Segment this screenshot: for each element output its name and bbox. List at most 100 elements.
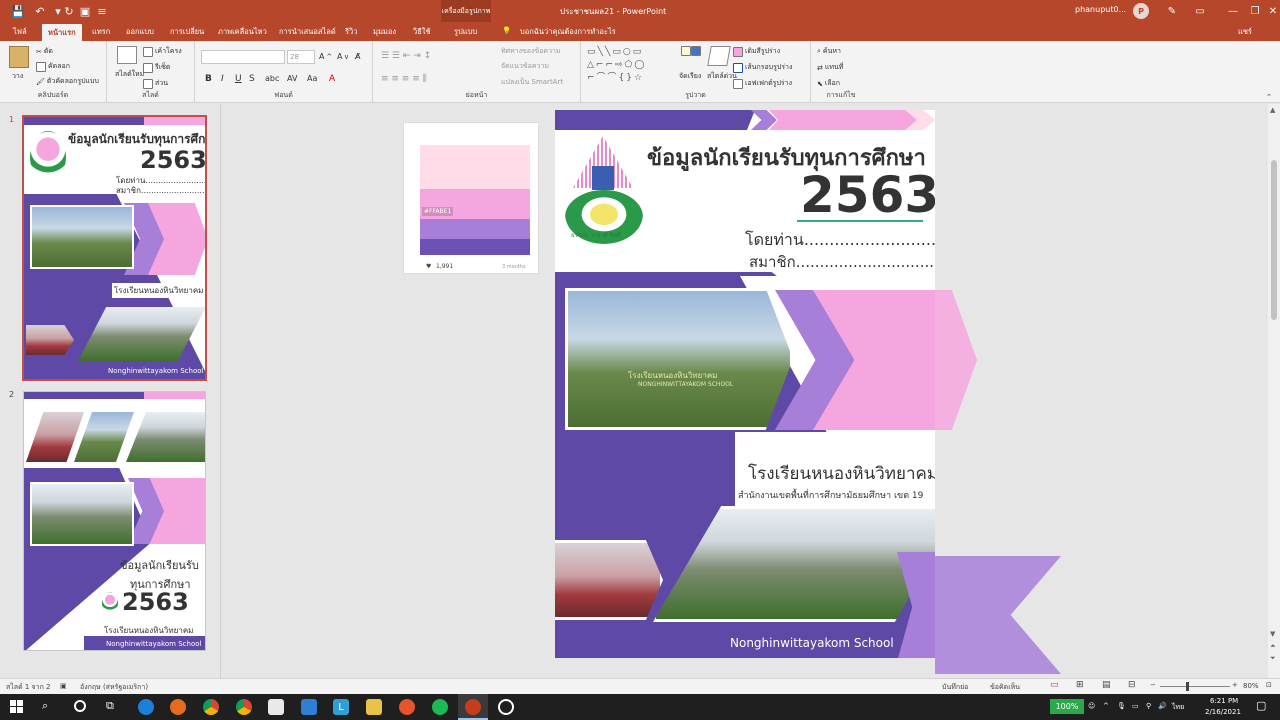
- slide-office[interactable]: สำนักงานเขตพื้นที่การศึกษามัธยมศึกษา เขต…: [738, 488, 923, 502]
- zoom-slider-thumb[interactable]: [1186, 682, 1189, 691]
- spellcheck-icon[interactable]: ▣: [60, 682, 67, 690]
- grow-font-icon[interactable]: A ^: [319, 52, 332, 61]
- section-button[interactable]: ส่วน: [143, 78, 168, 89]
- chevron-up-icon[interactable]: ^: [1103, 702, 1109, 710]
- font-name-box[interactable]: [201, 50, 285, 64]
- normal-view-icon[interactable]: ▭: [1050, 680, 1059, 690]
- microphone-icon[interactable]: 🎙: [1117, 702, 1126, 710]
- new-slide-button[interactable]: สไลด์ใหม่: [115, 69, 144, 80]
- italic-icon[interactable]: I: [221, 74, 224, 84]
- spacing-icon[interactable]: AV: [287, 74, 297, 83]
- select-button[interactable]: ⬉ เลือก: [817, 78, 840, 89]
- clock-date[interactable]: 2/16/2021: [1205, 708, 1241, 716]
- tab-slideshow[interactable]: การนำเสนอสไลด์: [279, 26, 336, 38]
- main-slide[interactable]: ธรรมะ วาจาดี จิตดี ข้อมูลนักเรียนรับทุนก…: [555, 110, 935, 658]
- folder-icon[interactable]: [366, 699, 382, 715]
- language[interactable]: อังกฤษ (สหรัฐอเมริกา): [80, 682, 148, 693]
- clock-app-icon[interactable]: [498, 699, 514, 715]
- tab-help[interactable]: วิธีใช้: [413, 26, 431, 38]
- windows-start-icon[interactable]: [10, 700, 23, 713]
- tab-home[interactable]: หน้าแรก: [42, 24, 82, 41]
- spotify-icon[interactable]: [432, 699, 448, 715]
- network-icon[interactable]: ⚲: [1146, 702, 1151, 710]
- tab-animations[interactable]: ภาพเคลื่อนไหว: [218, 26, 267, 38]
- photo-school-gate[interactable]: โรงเรียนหนองหินวิทยาคม NONGHINWITTAYAKOM…: [565, 288, 793, 430]
- slide-school-en[interactable]: Nonghinwittayakom School: [730, 636, 894, 650]
- text-direction-button[interactable]: ทิศทางของข้อความ: [501, 46, 561, 57]
- present-icon[interactable]: ▣: [78, 3, 92, 19]
- paste-icon[interactable]: [9, 46, 29, 68]
- tab-format[interactable]: รูปแบบ: [454, 26, 477, 38]
- slide-canvas[interactable]: #FFABE1 ♥ 1,991 3 months ธรรมะ วาจาดี จิ…: [222, 104, 1268, 678]
- font-color-icon[interactable]: A: [329, 74, 335, 84]
- prev-slide-icon[interactable]: ⏶: [1270, 642, 1276, 651]
- customize-qat-icon[interactable]: ≡: [96, 3, 108, 19]
- bullets-icon[interactable]: ☰ ☰ ⇤ ⇥ ↕: [381, 51, 431, 61]
- shadow-icon[interactable]: S: [249, 74, 255, 84]
- clear-format-icon[interactable]: A̸: [355, 52, 360, 61]
- save-icon[interactable]: 💾: [10, 3, 26, 19]
- app-icon[interactable]: [399, 699, 415, 715]
- strikethrough-icon[interactable]: abc: [265, 74, 279, 83]
- firefox-icon[interactable]: [170, 699, 186, 715]
- violet-chevron-overflow[interactable]: [935, 556, 1061, 674]
- battery-icon[interactable]: ▭: [1132, 702, 1139, 710]
- collapse-ribbon-icon[interactable]: ⌃: [1266, 93, 1272, 101]
- zoom-in-icon[interactable]: +: [1232, 681, 1238, 689]
- shape-fill-button[interactable]: เติมสีรูปร่าง: [733, 46, 780, 57]
- notifications-icon[interactable]: ▢: [1256, 699, 1266, 712]
- tab-view[interactable]: มุมมอง: [373, 26, 396, 38]
- search-icon[interactable]: ⌕: [42, 699, 48, 713]
- slide-member[interactable]: สมาชิก..................................…: [749, 250, 935, 274]
- chrome-icon[interactable]: [203, 699, 219, 715]
- pen-icon[interactable]: ✎: [1161, 3, 1183, 19]
- share-button[interactable]: แชร์: [1238, 26, 1252, 38]
- bold-icon[interactable]: B: [205, 74, 212, 84]
- shrink-font-icon[interactable]: Av: [337, 52, 348, 61]
- vertical-scrollbar[interactable]: ▲ ▼ ⏶ ⏷: [1268, 104, 1280, 678]
- find-button[interactable]: ⌕ ค้นหา: [817, 46, 841, 57]
- arrange-button[interactable]: จัดเรียง: [679, 71, 701, 82]
- tab-design[interactable]: ออกแบบ: [126, 26, 154, 38]
- slide-sorter-icon[interactable]: ⊞: [1076, 680, 1084, 690]
- next-slide-icon[interactable]: ⏷: [1270, 654, 1276, 663]
- reading-view-icon[interactable]: ▤: [1102, 680, 1111, 690]
- tab-review[interactable]: รีวิว: [345, 26, 357, 38]
- comments-button[interactable]: ข้อคิดเห็น: [990, 682, 1020, 693]
- clock-time[interactable]: 6:21 PM: [1210, 697, 1238, 705]
- redo-icon[interactable]: ↻: [62, 3, 76, 19]
- close-icon[interactable]: ✕: [1262, 3, 1280, 19]
- slide-school-th[interactable]: โรงเรียนหนองหินวิทยาคม: [748, 460, 935, 487]
- shape-outline-button[interactable]: เส้นกรอบรูปร่าง: [733, 62, 792, 73]
- shapes-gallery[interactable]: ▭╲╲▭○▭ △⌐⌐⇨⬠◯ ⌐⌒⌒{}☆: [587, 46, 671, 86]
- store-icon[interactable]: [268, 699, 284, 715]
- keyboard-lang[interactable]: ไทย: [1172, 702, 1184, 713]
- task-view-icon[interactable]: ⧉: [106, 699, 114, 713]
- layout-button[interactable]: เค้าโครง: [143, 46, 182, 57]
- shape-effects-button[interactable]: เอฟเฟกต์รูปร่าง: [733, 78, 792, 89]
- tell-me-input[interactable]: บอกฉันว่าคุณต้องการทำอะไร: [520, 26, 616, 38]
- mail-icon[interactable]: [301, 699, 317, 715]
- chrome-profile-icon[interactable]: [236, 699, 252, 715]
- scroll-thumb[interactable]: [1271, 160, 1277, 320]
- avatar[interactable]: P: [1133, 3, 1149, 19]
- volume-icon[interactable]: 🔊: [1158, 702, 1167, 710]
- smartart-button[interactable]: แปลงเป็น SmartArt: [501, 77, 563, 88]
- cut-button[interactable]: ✂ ตัด: [36, 46, 53, 57]
- zoom-level[interactable]: 80%: [1243, 682, 1259, 690]
- undo-icon[interactable]: ↶: [32, 3, 48, 19]
- scroll-down-icon[interactable]: ▼: [1270, 630, 1275, 638]
- slide-thumbnail-1[interactable]: ข้อมูลนักเรียนรับทุนการศึกษา 2563 โดยท่า…: [22, 115, 207, 381]
- paste-button[interactable]: วาง: [12, 71, 23, 82]
- align-icon[interactable]: ≡ ≡ ≡ ≡ ⫼: [381, 74, 427, 84]
- notes-button[interactable]: บันทึกย่อ: [942, 682, 968, 693]
- photo-students[interactable]: [555, 540, 663, 620]
- font-size-box[interactable]: 28: [287, 50, 315, 64]
- tab-file[interactable]: ไฟล์: [13, 26, 27, 38]
- scroll-up-icon[interactable]: ▲: [1270, 106, 1275, 114]
- new-slide-icon[interactable]: [117, 46, 137, 64]
- zoom-slider[interactable]: [1160, 686, 1230, 687]
- format-painter-button[interactable]: 🖌 ตัวคัดลอกรูปแบบ: [36, 76, 99, 87]
- palette-card[interactable]: #FFABE1 ♥ 1,991 3 months: [403, 122, 539, 274]
- cortana-icon[interactable]: [74, 700, 86, 712]
